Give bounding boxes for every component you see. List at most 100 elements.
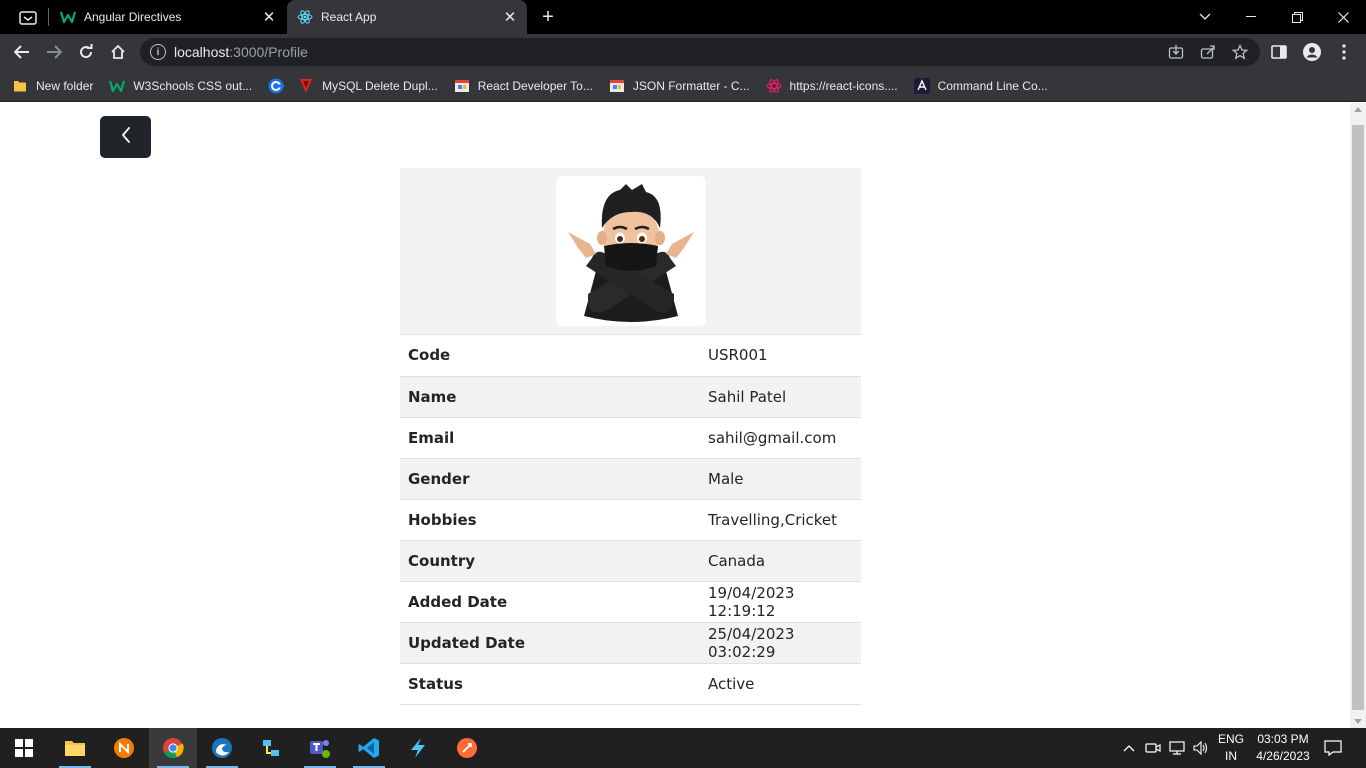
angular-cli-icon [913, 77, 930, 94]
network-icon[interactable] [1166, 728, 1188, 768]
share-icon[interactable] [1194, 38, 1222, 66]
install-app-icon[interactable] [1162, 38, 1190, 66]
scroll-up-arrow-icon[interactable] [1354, 107, 1362, 112]
tab-angular-directives[interactable]: Angular Directives ✕ [50, 0, 286, 34]
bookmark-label: React Developer To... [477, 78, 593, 93]
reload-icon[interactable] [72, 38, 100, 66]
taskbar-clock[interactable]: 03:03 PM 4/26/2023 [1248, 731, 1318, 765]
clock-time: 03:03 PM [1257, 732, 1309, 746]
vscode-icon[interactable] [345, 728, 393, 768]
tab-separator [48, 8, 49, 26]
table-row: Updated Date 25/04/2023 03:02:29 [400, 622, 861, 664]
field-value: 19/04/2023 12:19:12 [700, 581, 861, 623]
field-value: sahil@gmail.com [700, 417, 861, 459]
table-row: Email sahil@gmail.com [400, 417, 861, 459]
bookmark-new-folder[interactable]: New folder [12, 78, 93, 94]
menu-kebab-icon[interactable] [1330, 38, 1358, 66]
tab-list-chevron-icon[interactable] [1182, 0, 1228, 34]
bookmark-label: Command Line Co... [937, 78, 1048, 93]
field-value: Travelling,Cricket [700, 499, 861, 541]
bookmark-label: https://react-icons.... [789, 78, 898, 93]
field-value: Male [700, 458, 861, 500]
edge-icon[interactable] [198, 728, 246, 768]
chrome-icon[interactable] [149, 728, 197, 768]
scroll-down-arrow-icon[interactable] [1354, 719, 1362, 724]
tab-title: Angular Directives [84, 10, 182, 24]
bookmark-json-formatter[interactable]: JSON Formatter - C... [609, 78, 750, 94]
table-row: Country Canada [400, 540, 861, 582]
clock-date: 4/26/2023 [1256, 749, 1310, 763]
windows-taskbar: ENG IN 03:03 PM 4/26/2023 [0, 728, 1366, 768]
windows-start-icon[interactable] [0, 728, 48, 768]
close-window-icon[interactable] [1320, 0, 1366, 34]
page-viewport: Code USR001 Name Sahil Patel Email sahil@gmai… [0, 103, 1350, 728]
field-label: Name [400, 376, 700, 418]
field-label: Added Date [400, 581, 700, 623]
back-arrow-icon[interactable] [8, 38, 36, 66]
chevron-left-icon [120, 126, 132, 149]
react-icons-icon [765, 78, 782, 94]
lang-line2: IN [1225, 749, 1237, 763]
bookmark-star-icon[interactable] [1226, 38, 1254, 66]
scrollbar-thumb[interactable] [1352, 125, 1364, 710]
bookmark-label: W3Schools CSS out... [133, 78, 253, 93]
bookmark-mysql-delete[interactable]: MySQL Delete Dupl... [298, 78, 438, 94]
field-label: Status [400, 663, 700, 705]
input-language[interactable]: ENG IN [1214, 731, 1248, 765]
table-row: Added Date 19/04/2023 12:19:12 [400, 581, 861, 623]
vertical-scrollbar[interactable] [1350, 103, 1366, 728]
field-value: Sahil Patel [700, 376, 861, 418]
table-row: Hobbies Travelling,Cricket [400, 499, 861, 541]
field-value: 25/04/2023 03:02:29 [700, 622, 861, 664]
bookmark-react-icons[interactable]: https://react-icons.... [765, 78, 898, 94]
postman-icon[interactable] [443, 728, 491, 768]
profile-icon[interactable] [1298, 38, 1326, 66]
chrome-web-store-icon [609, 78, 625, 94]
tab-react-app[interactable]: React App ✕ [287, 0, 527, 34]
bookmark-chrome-web-store[interactable] [268, 78, 285, 94]
restore-icon[interactable] [1274, 0, 1320, 34]
profile-table: Code USR001 Name Sahil Patel Email sahil@gmai… [400, 335, 861, 705]
table-row: Status Active [400, 663, 861, 705]
back-button[interactable] [100, 116, 151, 158]
bookmarks-bar: New folder W3Schools CSS out... MySQL De… [0, 70, 1366, 102]
chrome-web-store-icon [454, 78, 470, 94]
tray-chevron-up-icon[interactable] [1118, 728, 1140, 768]
avatar-row [400, 168, 861, 335]
w3schools-icon [109, 78, 126, 94]
field-label: Email [400, 417, 700, 459]
address-bar[interactable]: i localhost:3000/Profile [140, 38, 1260, 66]
tab-search-icon[interactable] [14, 7, 42, 29]
side-panel-icon[interactable] [1265, 38, 1293, 66]
volume-icon[interactable] [1190, 728, 1212, 768]
minimize-icon[interactable] [1228, 0, 1274, 34]
meet-now-icon[interactable] [1142, 728, 1164, 768]
tab-close-icon[interactable]: ✕ [499, 6, 521, 28]
new-tab-icon[interactable]: + [536, 6, 560, 28]
field-value: Canada [700, 540, 861, 582]
browser-toolbar: i localhost:3000/Profile [0, 34, 1366, 70]
react-icon [297, 9, 313, 25]
chrome-web-store-icon [268, 78, 285, 94]
lightning-app-icon[interactable] [394, 728, 442, 768]
app-n-icon[interactable] [100, 728, 148, 768]
site-info-icon[interactable]: i [150, 44, 166, 60]
network-tool-icon[interactable] [247, 728, 295, 768]
bookmark-w3schools[interactable]: W3Schools CSS out... [109, 78, 252, 94]
w3schools-icon [60, 9, 76, 25]
tab-close-icon[interactable]: ✕ [258, 6, 280, 28]
teams-icon[interactable] [296, 728, 344, 768]
field-label: Updated Date [400, 622, 700, 664]
home-icon[interactable] [104, 38, 132, 66]
browser-tab-strip: Angular Directives ✕ React App ✕ + [0, 0, 1366, 34]
tab-title: React App [321, 10, 377, 24]
forward-arrow-icon[interactable] [40, 38, 68, 66]
file-explorer-icon[interactable] [51, 728, 99, 768]
bookmark-react-devtools[interactable]: React Developer To... [454, 78, 593, 94]
notifications-icon[interactable] [1320, 728, 1346, 768]
url-host: localhost [174, 44, 230, 60]
bookmark-angular-cli[interactable]: Command Line Co... [913, 77, 1048, 94]
table-row: Code USR001 [400, 335, 861, 377]
profile-card: Code USR001 Name Sahil Patel Email sahil@gmai… [400, 168, 861, 705]
bookmark-label: New folder [36, 78, 94, 93]
